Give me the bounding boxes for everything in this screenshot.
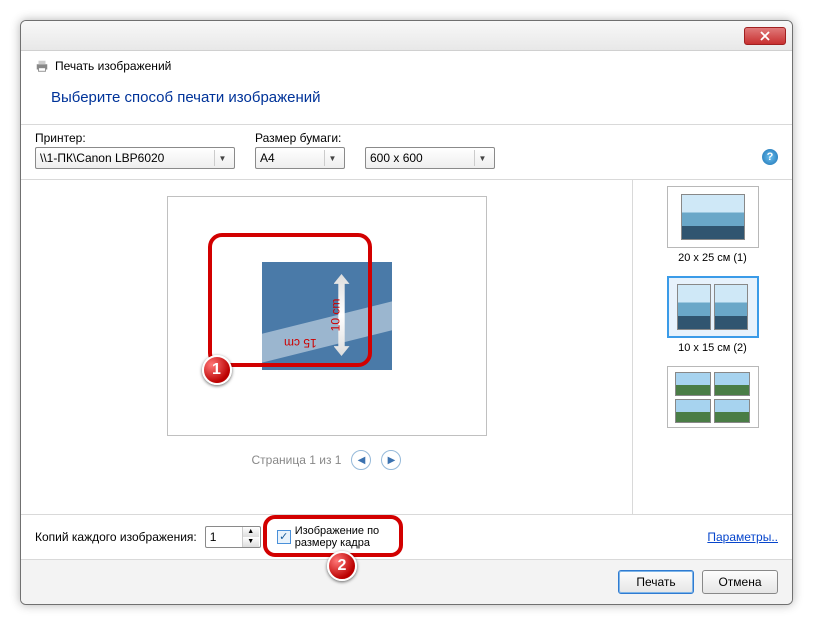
print-button[interactable]: Печать xyxy=(618,570,694,594)
close-button[interactable] xyxy=(744,27,786,45)
printer-label: Принтер: xyxy=(35,131,235,145)
spinner-up[interactable]: ▲ xyxy=(243,527,259,537)
titlebar xyxy=(21,21,792,51)
spinner-down[interactable]: ▼ xyxy=(243,537,259,547)
printer-value: \\1-ПК\Canon LBP6020 xyxy=(40,151,164,165)
preview-thumbnail: 10 cm 15 cm xyxy=(262,262,392,370)
chevron-down-icon: ▼ xyxy=(474,150,490,166)
layout-list[interactable]: 20 x 25 см (1) 10 x 15 см (2) xyxy=(632,180,792,514)
copies-input[interactable] xyxy=(206,530,242,544)
prev-page-button[interactable]: ◀ xyxy=(351,450,371,470)
bottom-bar: Копий каждого изображения: ▲ ▼ ✓ Изображ… xyxy=(21,514,792,559)
paper-size-value: A4 xyxy=(260,151,275,165)
paper-size-label: Размер бумаги: xyxy=(255,131,345,145)
printer-combo[interactable]: \\1-ПК\Canon LBP6020 ▼ xyxy=(35,147,235,169)
main-area: 10 cm 15 cm 1 Страница 1 из 1 ◀ ▶ 20 x 2… xyxy=(21,180,792,514)
copies-spinner[interactable]: ▲ ▼ xyxy=(205,526,261,548)
chevron-down-icon: ▼ xyxy=(214,150,230,166)
printer-icon xyxy=(35,59,49,73)
quality-combo[interactable]: 600 x 600 ▼ xyxy=(365,147,495,169)
layout-label: 10 x 15 см (2) xyxy=(667,342,759,354)
dim-15cm: 15 cm xyxy=(284,336,317,350)
chevron-down-icon: ▼ xyxy=(324,150,340,166)
fit-frame-checkbox[interactable]: ✓ xyxy=(277,530,291,544)
window-title: Печать изображений xyxy=(55,59,171,73)
options-link[interactable]: Параметры.. xyxy=(707,530,778,544)
page-preview: 10 cm 15 cm 1 xyxy=(167,196,487,436)
annotation-badge-1: 1 xyxy=(202,355,232,385)
page-navigation: Страница 1 из 1 ◀ ▶ xyxy=(252,450,402,470)
fit-frame-group: ✓ Изображение по размеру кадра xyxy=(269,521,399,553)
preview-area: 10 cm 15 cm 1 Страница 1 из 1 ◀ ▶ xyxy=(21,180,632,514)
cancel-button[interactable]: Отмена xyxy=(702,570,778,594)
layout-10x15[interactable]: 10 x 15 см (2) xyxy=(667,276,759,354)
paper-size-combo[interactable]: A4 ▼ xyxy=(255,147,345,169)
next-page-button[interactable]: ▶ xyxy=(381,450,401,470)
print-pictures-dialog: Печать изображений Выберите способ печат… xyxy=(20,20,793,605)
copies-label: Копий каждого изображения: xyxy=(35,530,197,544)
dim-10cm: 10 cm xyxy=(328,299,342,332)
dialog-footer: Печать Отмена xyxy=(21,559,792,604)
fit-frame-label: Изображение по размеру кадра xyxy=(295,525,391,549)
layout-label: 20 x 25 см (1) xyxy=(667,252,759,264)
page-info: Страница 1 из 1 xyxy=(252,453,342,467)
dialog-header: Печать изображений xyxy=(21,51,792,77)
help-icon[interactable]: ? xyxy=(762,149,778,165)
quality-value: 600 x 600 xyxy=(370,151,423,165)
layout-4up[interactable] xyxy=(667,366,759,432)
annotation-badge-2: 2 xyxy=(327,551,357,581)
print-options-row: Принтер: \\1-ПК\Canon LBP6020 ▼ Размер б… xyxy=(21,124,792,180)
instruction-text: Выберите способ печати изображений xyxy=(21,77,792,124)
quality-label xyxy=(365,131,495,145)
layout-20x25[interactable]: 20 x 25 см (1) xyxy=(667,186,759,264)
